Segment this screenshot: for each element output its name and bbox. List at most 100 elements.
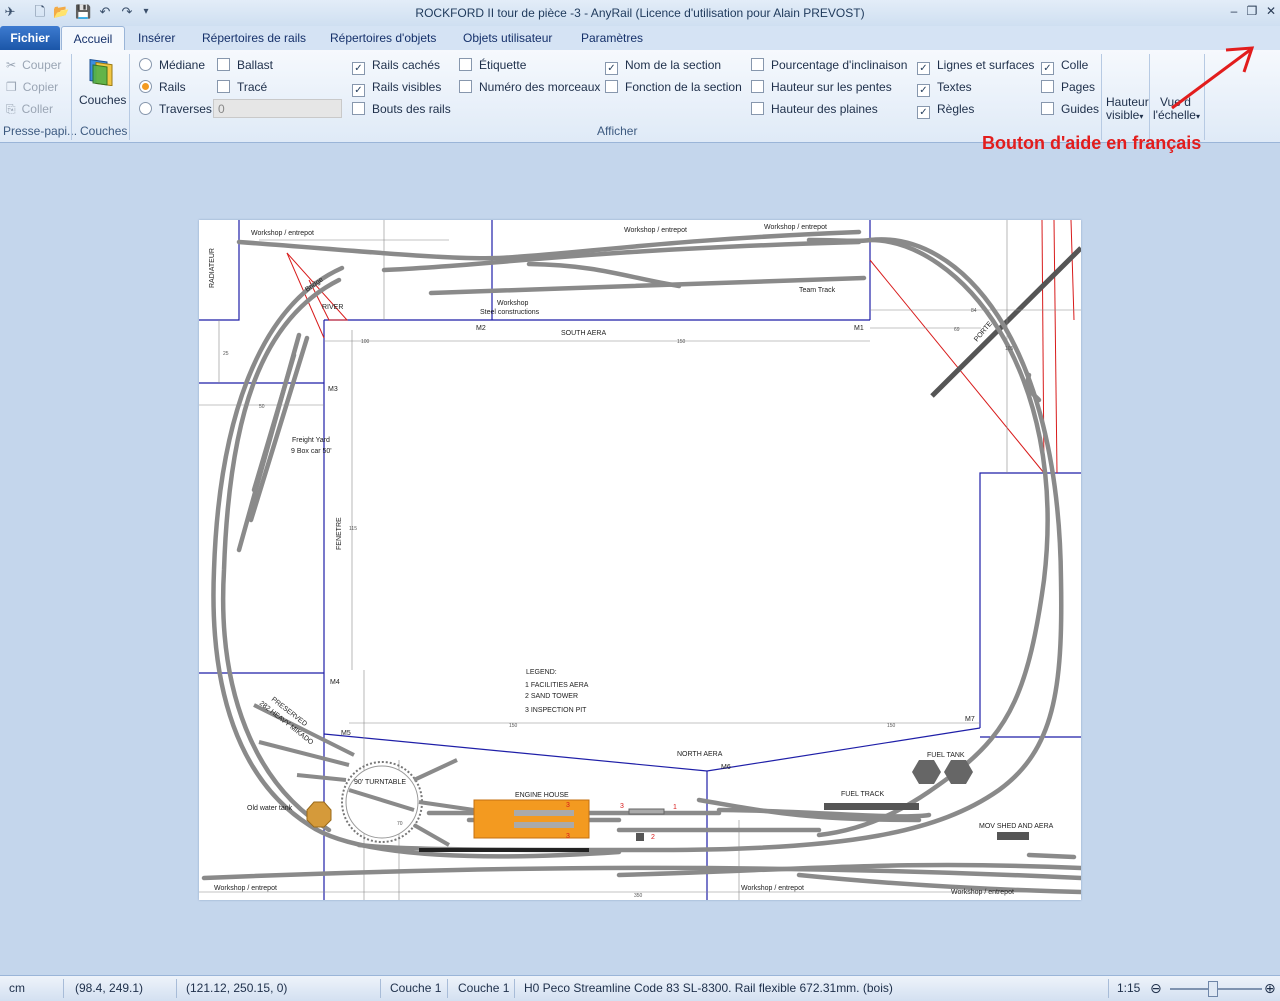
colle-checkbox[interactable]: ✓ Colle <box>1041 56 1088 75</box>
tab-repertoires-objets[interactable]: Répertoires d'objets <box>328 26 438 50</box>
checkbox-guides[interactable] <box>1041 102 1054 115</box>
track-plan[interactable]: Workshop / entrepot Workshop / entrepot … <box>199 219 1084 900</box>
paste-button[interactable]: ⎘ Coller <box>6 100 53 118</box>
dimension-label: 105 <box>1005 346 1014 352</box>
dimension-lines <box>199 220 1081 900</box>
trace-height-input[interactable]: 0 <box>213 99 342 118</box>
tab-objets-utilisateur[interactable]: Objets utilisateur <box>461 26 554 50</box>
track-plan-canvas[interactable]: Workshop / entrepot Workshop / entrepot … <box>199 219 1084 900</box>
tab-parametres[interactable]: Paramètres <box>579 26 645 50</box>
textes-checkbox[interactable]: ✓ Textes <box>917 78 972 97</box>
checkbox-trace[interactable] <box>217 80 230 93</box>
pourcentage-checkbox[interactable]: Pourcentage d'inclinaison <box>751 56 907 74</box>
tab-fichier[interactable]: Fichier <box>0 26 60 50</box>
checkbox-hauteur-pentes[interactable] <box>751 80 764 93</box>
label-workshop: Workshop / entrepot <box>764 224 827 231</box>
checkbox-rails-caches[interactable]: ✓ <box>352 62 365 75</box>
label-fuel-tank: FUEL TANK <box>927 752 965 759</box>
legend-item: 1 FACILITIES AERA <box>525 682 589 689</box>
clipboard-group-label: Presse-papi... <box>3 124 78 138</box>
label-workshop-steel: Workshop <box>497 300 528 307</box>
checkbox-nom-section[interactable]: ✓ <box>605 62 618 75</box>
tab-accueil[interactable]: Accueil <box>61 26 125 52</box>
checkbox-lignes-surfaces[interactable]: ✓ <box>917 62 930 75</box>
checkbox-hauteur-plaines[interactable] <box>751 102 764 115</box>
separator <box>380 979 381 998</box>
fuel-track <box>824 803 919 810</box>
dimension-label: 70 <box>397 821 403 827</box>
separator <box>176 979 177 998</box>
checkbox-numero-morceaux[interactable] <box>459 80 472 93</box>
checkbox-etiquette[interactable] <box>459 58 472 71</box>
numero-morceaux-checkbox[interactable]: Numéro des morceaux <box>459 78 600 96</box>
layers-icon <box>89 58 113 86</box>
etiquette-checkbox[interactable]: Étiquette <box>459 56 526 74</box>
cut-button[interactable]: ✂ Couper <box>6 56 61 74</box>
copy-button[interactable]: ❐ Copier <box>6 78 58 96</box>
label-north-aera: NORTH AERA <box>677 751 723 758</box>
mediane-radio[interactable]: Médiane <box>139 56 205 74</box>
zoom-out-icon[interactable]: ⊖ <box>1150 976 1162 1001</box>
rails-caches-checkbox[interactable]: ✓ Rails cachés <box>352 56 440 75</box>
label-workshop: Workshop / entrepot <box>951 889 1014 896</box>
rails-radio[interactable]: Rails <box>139 78 186 96</box>
close-icon[interactable]: ✕ <box>1263 2 1279 20</box>
ribbon-tabs: Fichier Accueil Insérer Répertoires de r… <box>0 26 1280 73</box>
checkbox-textes[interactable]: ✓ <box>917 84 930 97</box>
trace-checkbox[interactable]: Tracé <box>217 78 267 96</box>
checkbox-rails-visibles[interactable]: ✓ <box>352 84 365 97</box>
dimension-label: 150 <box>887 723 896 729</box>
dimension-label: 50 <box>259 404 265 410</box>
status-track-info: H0 Peco Streamline Code 83 SL-8300. Rail… <box>524 981 893 995</box>
checkbox-regles[interactable]: ✓ <box>917 106 930 119</box>
rails-visibles-checkbox[interactable]: ✓ Rails visibles <box>352 78 441 97</box>
guides-checkbox[interactable]: Guides <box>1041 100 1099 118</box>
paste-icon: ⎘ <box>6 102 16 116</box>
annotation-arrow <box>1171 46 1255 110</box>
engine-house-track <box>514 822 574 828</box>
lignes-surfaces-checkbox[interactable]: ✓ Lignes et surfaces <box>917 56 1034 75</box>
chevron-down-icon: ▾ <box>1139 112 1144 121</box>
dimension-label: 100 <box>361 339 370 345</box>
hauteur-pentes-checkbox[interactable]: Hauteur sur les pentes <box>751 78 892 96</box>
ribbon: ✂ Couper ❐ Copier ⎘ Coller Presse-papi... C… <box>0 50 1280 143</box>
status-bar: cm (98.4, 249.1) (121.12, 250.15, 0) Cou… <box>0 975 1280 1001</box>
pages-checkbox[interactable]: Pages <box>1041 78 1095 96</box>
label-m7: M7 <box>965 716 975 723</box>
restore-icon[interactable]: ❐ <box>1244 2 1260 20</box>
radio-rails[interactable] <box>139 80 152 93</box>
checkbox-bouts-rails[interactable] <box>352 102 365 115</box>
bouts-rails-checkbox[interactable]: Bouts des rails <box>352 100 451 118</box>
label-river: RIVER <box>322 304 343 311</box>
label-m2: M2 <box>476 325 486 332</box>
radio-mediane[interactable] <box>139 58 152 71</box>
checkbox-fonction-section[interactable] <box>605 80 618 93</box>
minimize-icon[interactable]: – <box>1226 2 1242 20</box>
dimension-label: 150 <box>677 339 686 345</box>
tab-inserer[interactable]: Insérer <box>136 26 177 50</box>
fuel-tank <box>912 760 941 784</box>
checkbox-colle[interactable]: ✓ <box>1041 62 1054 75</box>
radio-traverses[interactable] <box>139 102 152 115</box>
checkbox-pages[interactable] <box>1041 80 1054 93</box>
ballast-checkbox[interactable]: Ballast <box>217 56 273 74</box>
checkbox-ballast[interactable] <box>217 58 230 71</box>
door-lines <box>286 219 1075 474</box>
checkbox-pourcentage[interactable] <box>751 58 764 71</box>
dimension-label: 69 <box>954 327 960 333</box>
zoom-in-icon[interactable]: ⊕ <box>1264 976 1276 1001</box>
label-m4: M4 <box>330 679 340 686</box>
traverses-radio[interactable]: Traverses <box>139 100 212 118</box>
separator <box>63 979 64 998</box>
hauteur-plaines-checkbox[interactable]: Hauteur des plaines <box>751 100 878 118</box>
copy-icon: ❐ <box>6 80 17 94</box>
dimension-label: 150 <box>509 723 518 729</box>
tab-repertoires-rails[interactable]: Répertoires de rails <box>200 26 308 50</box>
regles-checkbox[interactable]: ✓ Règles <box>917 100 974 119</box>
marker-1: 1 <box>673 804 677 811</box>
zoom-slider-thumb[interactable] <box>1208 981 1218 997</box>
scissors-icon: ✂ <box>6 58 17 72</box>
dimension-label: 84 <box>971 308 977 314</box>
fonction-section-checkbox[interactable]: Fonction de la section <box>605 78 742 96</box>
nom-section-checkbox[interactable]: ✓ Nom de la section <box>605 56 721 75</box>
